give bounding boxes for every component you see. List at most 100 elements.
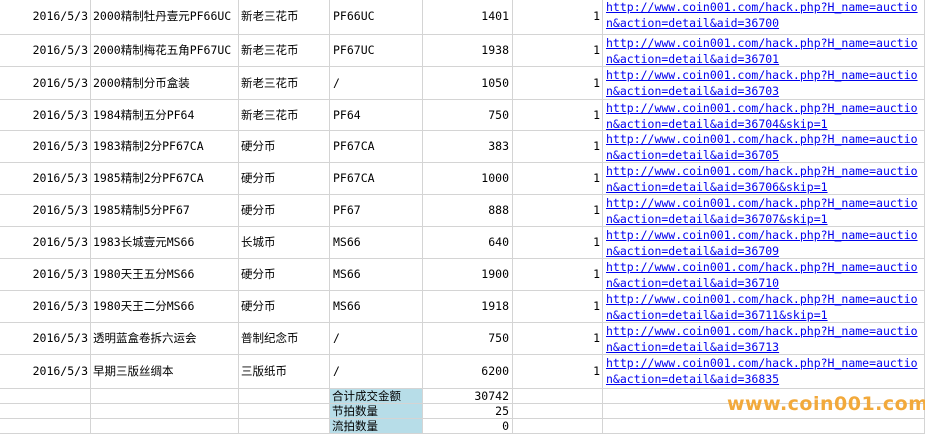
cell-quantity[interactable]: 1 — [513, 195, 603, 227]
cell-price[interactable]: 383 — [423, 131, 513, 163]
empty-cell[interactable] — [91, 404, 239, 419]
cell-date[interactable]: 2016/5/3 — [0, 291, 91, 323]
auction-link[interactable]: http://www.coin001.com/hack.php?H_name=a… — [606, 132, 918, 162]
cell-quantity[interactable]: 1 — [513, 131, 603, 163]
cell-price[interactable]: 1938 — [423, 35, 513, 67]
cell-date[interactable]: 2016/5/3 — [0, 227, 91, 259]
cell-item-name[interactable]: 1984精制五分PF64 — [91, 100, 239, 131]
cell-date[interactable]: 2016/5/3 — [0, 259, 91, 291]
summary-value[interactable]: 30742 — [423, 389, 513, 404]
cell-grade[interactable]: / — [330, 323, 423, 355]
empty-cell[interactable] — [239, 419, 330, 434]
cell-grade[interactable]: MS66 — [330, 291, 423, 323]
cell-item-name[interactable]: 1983长城壹元MS66 — [91, 227, 239, 259]
auction-link[interactable]: http://www.coin001.com/hack.php?H_name=a… — [606, 164, 918, 194]
summary-value[interactable]: 25 — [423, 404, 513, 419]
cell-quantity[interactable]: 1 — [513, 227, 603, 259]
cell-category[interactable]: 普制纪念币 — [239, 323, 330, 355]
auction-link[interactable]: http://www.coin001.com/hack.php?H_name=a… — [606, 356, 918, 386]
cell-price[interactable]: 750 — [423, 100, 513, 131]
cell-item-name[interactable]: 2000精制分币盒装 — [91, 67, 239, 100]
cell-category[interactable]: 硬分币 — [239, 131, 330, 163]
cell-quantity[interactable]: 1 — [513, 0, 603, 35]
cell-grade[interactable]: PF67CA — [330, 131, 423, 163]
cell-date[interactable]: 2016/5/3 — [0, 163, 91, 195]
cell-link[interactable]: http://www.coin001.com/hack.php?H_name=a… — [603, 131, 925, 163]
summary-label[interactable]: 合计成交金额 — [330, 389, 423, 404]
cell-category[interactable]: 硬分币 — [239, 163, 330, 195]
cell-grade[interactable]: PF67UC — [330, 35, 423, 67]
cell-link[interactable]: http://www.coin001.com/hack.php?H_name=a… — [603, 163, 925, 195]
cell-quantity[interactable]: 1 — [513, 100, 603, 131]
cell-quantity[interactable]: 1 — [513, 323, 603, 355]
cell-date[interactable]: 2016/5/3 — [0, 35, 91, 67]
cell-quantity[interactable]: 1 — [513, 291, 603, 323]
empty-cell[interactable] — [0, 389, 91, 404]
empty-cell[interactable] — [0, 419, 91, 434]
cell-category[interactable]: 新老三花币 — [239, 100, 330, 131]
cell-link[interactable]: http://www.coin001.com/hack.php?H_name=a… — [603, 227, 925, 259]
cell-category[interactable]: 长城币 — [239, 227, 330, 259]
auction-link[interactable]: http://www.coin001.com/hack.php?H_name=a… — [606, 36, 918, 66]
cell-item-name[interactable]: 1980天王五分MS66 — [91, 259, 239, 291]
cell-link[interactable]: http://www.coin001.com/hack.php?H_name=a… — [603, 323, 925, 355]
auction-link[interactable]: http://www.coin001.com/hack.php?H_name=a… — [606, 68, 918, 98]
summary-label[interactable]: 节拍数量 — [330, 404, 423, 419]
auction-link[interactable]: http://www.coin001.com/hack.php?H_name=a… — [606, 228, 918, 258]
cell-item-name[interactable]: 1980天王二分MS66 — [91, 291, 239, 323]
cell-item-name[interactable]: 透明蓝盒卷拆六运会 — [91, 323, 239, 355]
empty-cell[interactable] — [513, 404, 603, 419]
cell-date[interactable]: 2016/5/3 — [0, 131, 91, 163]
cell-category[interactable]: 新老三花币 — [239, 35, 330, 67]
summary-label[interactable]: 流拍数量 — [330, 419, 423, 434]
cell-link[interactable]: http://www.coin001.com/hack.php?H_name=a… — [603, 355, 925, 389]
cell-quantity[interactable]: 1 — [513, 163, 603, 195]
cell-grade[interactable]: PF67 — [330, 195, 423, 227]
cell-item-name[interactable]: 早期三版丝绸本 — [91, 355, 239, 389]
cell-link[interactable]: http://www.coin001.com/hack.php?H_name=a… — [603, 259, 925, 291]
empty-cell[interactable] — [239, 389, 330, 404]
cell-price[interactable]: 1050 — [423, 67, 513, 100]
cell-item-name[interactable]: 2000精制梅花五角PF67UC — [91, 35, 239, 67]
cell-quantity[interactable]: 1 — [513, 355, 603, 389]
cell-grade[interactable]: PF66UC — [330, 0, 423, 35]
cell-price[interactable]: 888 — [423, 195, 513, 227]
cell-price[interactable]: 1900 — [423, 259, 513, 291]
cell-grade[interactable]: PF64 — [330, 100, 423, 131]
cell-date[interactable]: 2016/5/3 — [0, 323, 91, 355]
cell-date[interactable]: 2016/5/3 — [0, 67, 91, 100]
cell-link[interactable]: http://www.coin001.com/hack.php?H_name=a… — [603, 0, 925, 35]
cell-date[interactable]: 2016/5/3 — [0, 100, 91, 131]
auction-link[interactable]: http://www.coin001.com/hack.php?H_name=a… — [606, 0, 918, 30]
cell-link[interactable]: http://www.coin001.com/hack.php?H_name=a… — [603, 100, 925, 131]
cell-price[interactable]: 1918 — [423, 291, 513, 323]
cell-price[interactable]: 750 — [423, 323, 513, 355]
cell-category[interactable]: 硬分币 — [239, 195, 330, 227]
cell-link[interactable]: http://www.coin001.com/hack.php?H_name=a… — [603, 35, 925, 67]
cell-item-name[interactable]: 1983精制2分PF67CA — [91, 131, 239, 163]
auction-link[interactable]: http://www.coin001.com/hack.php?H_name=a… — [606, 324, 918, 354]
auction-link[interactable]: http://www.coin001.com/hack.php?H_name=a… — [606, 260, 918, 290]
cell-grade[interactable]: / — [330, 355, 423, 389]
auction-link[interactable]: http://www.coin001.com/hack.php?H_name=a… — [606, 101, 918, 130]
cell-category[interactable]: 硬分币 — [239, 259, 330, 291]
cell-category[interactable]: 新老三花币 — [239, 0, 330, 35]
cell-date[interactable]: 2016/5/3 — [0, 0, 91, 35]
cell-category[interactable]: 三版纸币 — [239, 355, 330, 389]
cell-category[interactable]: 新老三花币 — [239, 67, 330, 100]
cell-price[interactable]: 640 — [423, 227, 513, 259]
empty-cell[interactable] — [513, 419, 603, 434]
auction-link[interactable]: http://www.coin001.com/hack.php?H_name=a… — [606, 292, 918, 322]
cell-price[interactable]: 1401 — [423, 0, 513, 35]
cell-category[interactable]: 硬分币 — [239, 291, 330, 323]
empty-cell[interactable] — [0, 404, 91, 419]
cell-quantity[interactable]: 1 — [513, 35, 603, 67]
cell-item-name[interactable]: 1985精制2分PF67CA — [91, 163, 239, 195]
cell-quantity[interactable]: 1 — [513, 67, 603, 100]
summary-value[interactable]: 0 — [423, 419, 513, 434]
cell-grade[interactable]: PF67CA — [330, 163, 423, 195]
cell-price[interactable]: 1000 — [423, 163, 513, 195]
empty-cell[interactable] — [239, 404, 330, 419]
cell-date[interactable]: 2016/5/3 — [0, 195, 91, 227]
cell-item-name[interactable]: 1985精制5分PF67 — [91, 195, 239, 227]
